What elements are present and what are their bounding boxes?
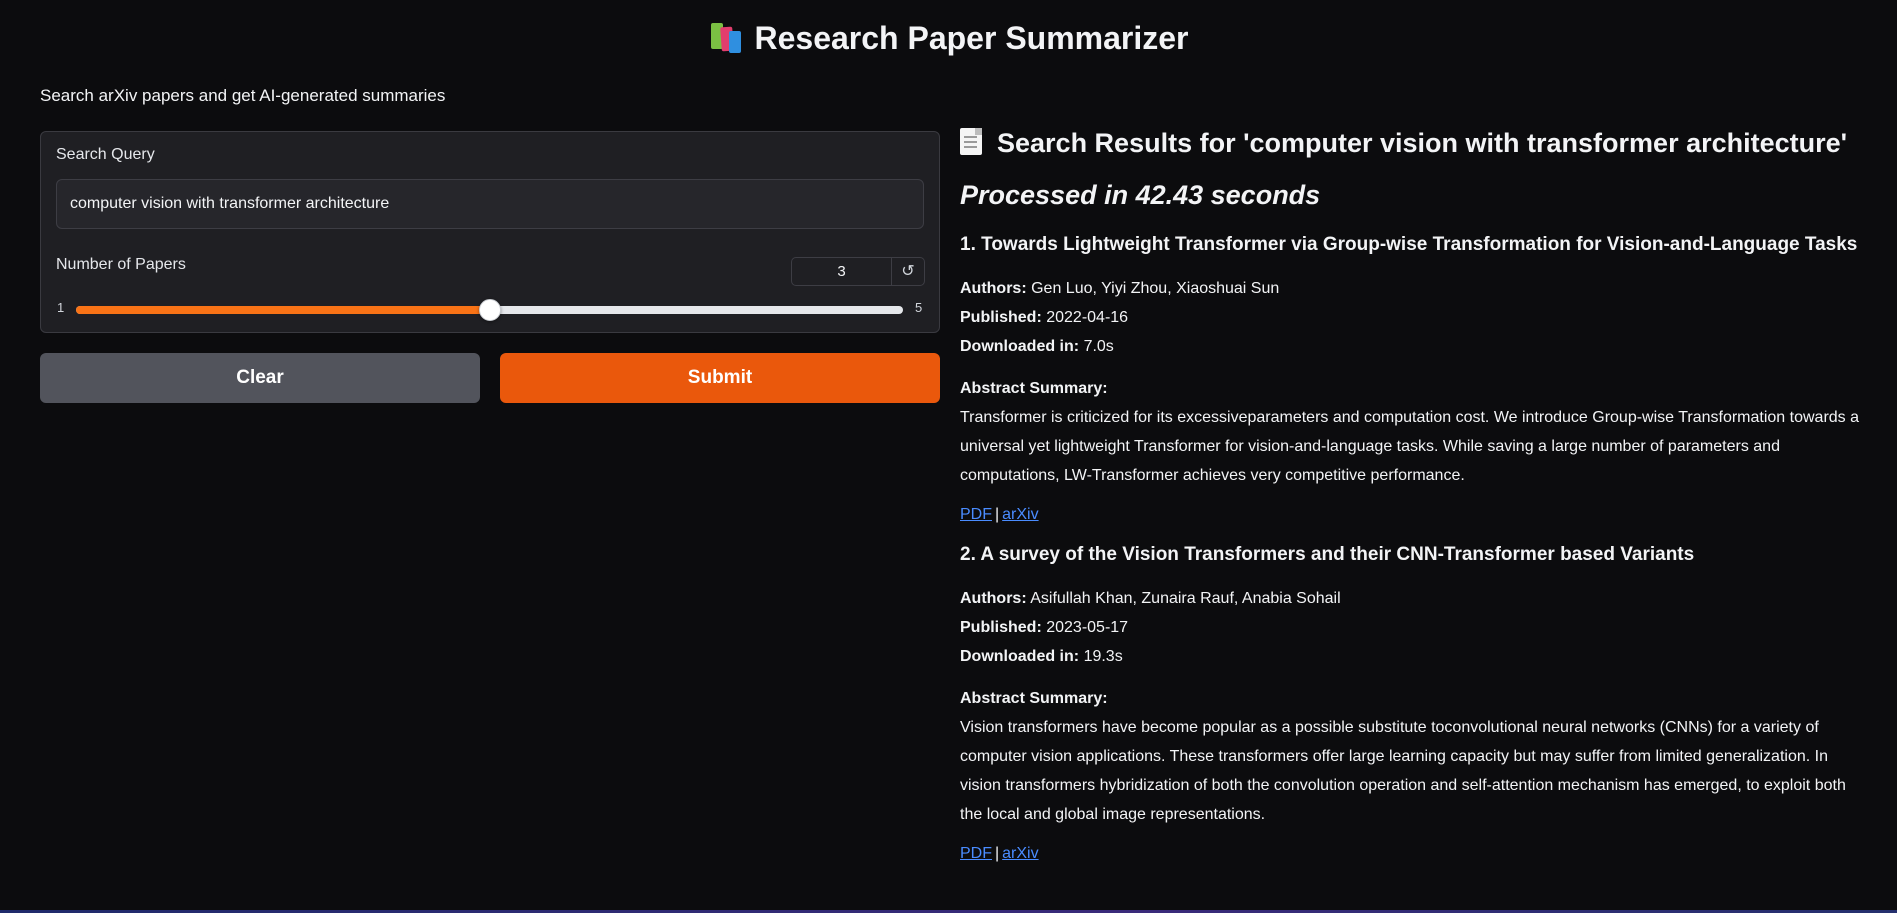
downloaded-label: Downloaded in: [960, 648, 1080, 665]
paper-authors: Authors: Asifullah Khan, Zunaira Rauf, A… [960, 584, 1865, 613]
slider-min-label: 1 [57, 300, 65, 315]
abstract-text: Transformer is criticized for its excess… [960, 409, 1860, 484]
published-label: Published: [960, 309, 1042, 326]
authors-value: Asifullah Khan, Zunaira Rauf, Anabia Soh… [1030, 590, 1341, 607]
authors-label: Authors: [960, 280, 1027, 297]
abstract-label: Abstract Summary: [960, 380, 1108, 397]
downloaded-value: 19.3s [1083, 648, 1123, 665]
app-description: Search arXiv papers and get AI-generated… [40, 86, 446, 105]
arxiv-link[interactable]: arXiv [1002, 506, 1038, 523]
downloaded-value: 7.0s [1083, 338, 1114, 355]
pdf-link[interactable]: PDF [960, 845, 992, 862]
authors-label: Authors: [960, 590, 1027, 607]
paper-title: 1. Towards Lightweight Transformer via G… [960, 234, 1858, 255]
downloaded-label: Downloaded in: [960, 338, 1080, 355]
published-value: 2022-04-16 [1046, 309, 1129, 326]
published-label: Published: [960, 619, 1042, 636]
processed-time: Processed in 42.43 seconds [960, 180, 1321, 210]
authors-value: Gen Luo, Yiyi Zhou, Xiaoshuai Sun [1031, 280, 1280, 297]
paper-authors: Authors: Gen Luo, Yiyi Zhou, Xiaoshuai S… [960, 274, 1865, 303]
pdf-link[interactable]: PDF [960, 506, 992, 523]
paper-published: Published: 2022-04-16 [960, 303, 1865, 332]
app-title: Research Paper Summarizer [0, 20, 1897, 57]
reset-icon[interactable]: ↺ [892, 257, 925, 286]
arxiv-link[interactable]: arXiv [1002, 845, 1038, 862]
number-of-papers-slider[interactable] [76, 299, 903, 321]
search-query-input[interactable] [56, 179, 924, 229]
paper-links: PDF | arXiv [960, 504, 1865, 526]
books-icon [709, 21, 743, 53]
number-of-papers-input[interactable]: 3 [791, 257, 892, 286]
submit-button[interactable]: Submit [500, 353, 940, 403]
input-panel: Search Query Number of Papers 3 ↺ 1 5 [40, 131, 940, 333]
paper-entry: 2. A survey of the Vision Transformers a… [960, 544, 1865, 865]
clear-button[interactable]: Clear [40, 353, 480, 403]
abstract-text: Vision transformers have become popular … [960, 719, 1846, 823]
paper-published: Published: 2023-05-17 [960, 613, 1865, 642]
paper-entry: 1. Towards Lightweight Transformer via G… [960, 234, 1865, 526]
paper-title: 2. A survey of the Vision Transformers a… [960, 544, 1695, 565]
search-query-label: Search Query [56, 146, 155, 163]
published-value: 2023-05-17 [1046, 619, 1129, 636]
abstract-label: Abstract Summary: [960, 690, 1108, 707]
paper-downloaded: Downloaded in: 19.3s [960, 642, 1865, 671]
link-separator: | [995, 845, 1000, 862]
number-of-papers-label: Number of Papers [56, 256, 186, 273]
results-title-text: Search Results for 'computer vision with… [997, 128, 1848, 158]
paper-links: PDF | arXiv [960, 843, 1865, 865]
results-title: Search Results for 'computer vision with… [960, 128, 1865, 170]
slider-fill [76, 306, 490, 314]
link-separator: | [995, 506, 1000, 523]
results-panel: Search Results for 'computer vision with… [960, 128, 1865, 865]
slider-thumb[interactable] [478, 299, 501, 321]
document-icon [960, 128, 982, 155]
app-title-text: Research Paper Summarizer [754, 20, 1189, 56]
slider-max-label: 5 [915, 300, 923, 315]
paper-downloaded: Downloaded in: 7.0s [960, 332, 1865, 361]
